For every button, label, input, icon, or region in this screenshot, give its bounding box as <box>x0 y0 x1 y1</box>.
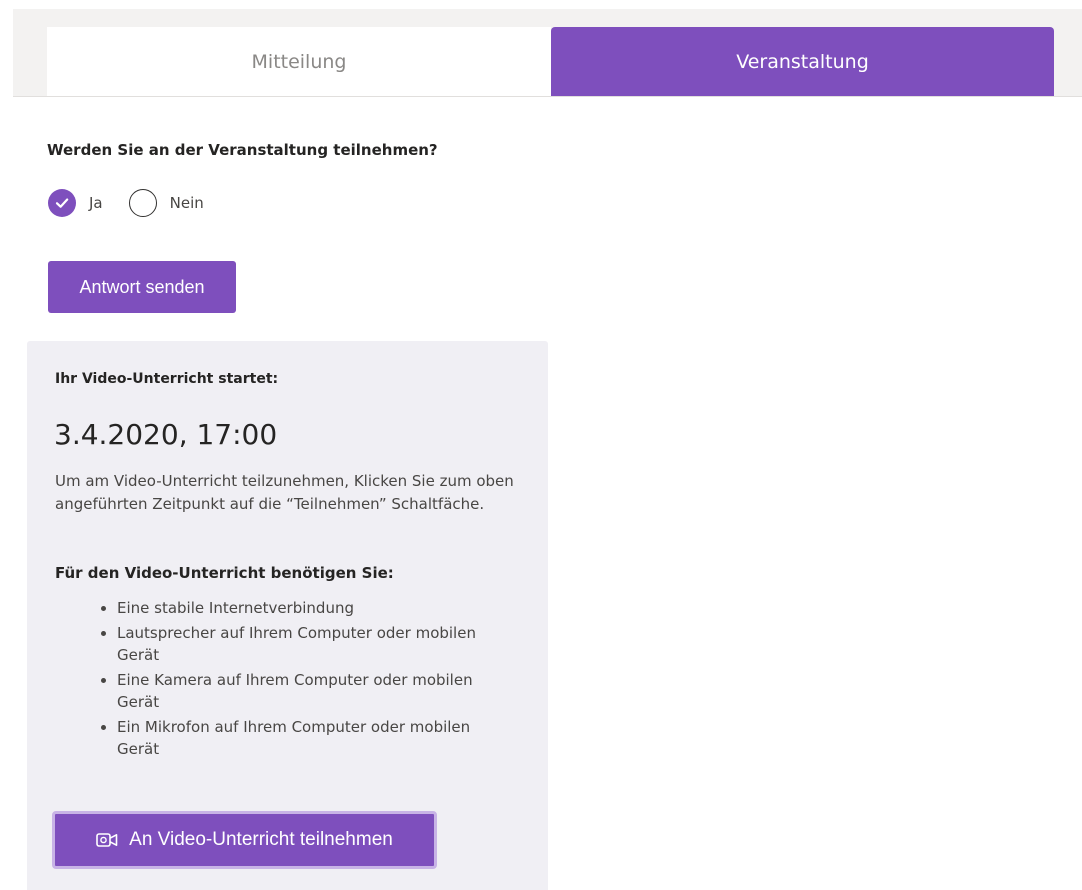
video-lesson-datetime: 3.4.2020, 17:00 <box>54 418 278 451</box>
rsvp-question: Werden Sie an der Veranstaltung teilnehm… <box>47 141 438 159</box>
radio-unchecked-icon[interactable] <box>128 189 157 217</box>
video-lesson-description: Um am Video-Unterricht teilzunehmen, Kli… <box>55 472 514 513</box>
radio-label: Nein <box>169 194 204 212</box>
requirements-title: Für den Video-Unterricht benötigen Sie: <box>55 564 394 582</box>
radio-option-nein[interactable]: Nein <box>128 189 204 217</box>
tab-label: Veranstaltung <box>736 50 869 73</box>
rsvp-radio-group: Ja Nein <box>48 189 204 217</box>
join-button-label: An Video-Unterricht teilnehmen <box>129 829 393 850</box>
join-video-lesson-button[interactable]: An Video-Unterricht teilnehmen <box>52 811 437 869</box>
video-camera-icon <box>96 832 118 848</box>
radio-checked-icon[interactable] <box>48 189 76 217</box>
radio-option-ja[interactable]: Ja <box>48 189 103 217</box>
radio-label: Ja <box>89 194 103 212</box>
list-item: Ein Mikrofon auf Ihrem Computer oder mob… <box>117 716 495 761</box>
tab-veranstaltung[interactable]: Veranstaltung <box>551 27 1054 96</box>
video-lesson-heading: Ihr Video-Unterricht startet: <box>55 371 279 387</box>
list-item: Eine Kamera auf Ihrem Computer oder mobi… <box>117 669 495 714</box>
video-lesson-panel: Ihr Video-Unterricht startet: 3.4.2020, … <box>27 341 548 890</box>
send-answer-button[interactable]: Antwort senden <box>48 261 236 313</box>
list-item: Eine stabile Internetverbindung <box>117 597 495 620</box>
requirements-list: Eine stabile Internetverbindung Lautspre… <box>55 597 495 763</box>
list-item: Lautsprecher auf Ihrem Computer oder mob… <box>117 622 495 667</box>
tab-label: Mitteilung <box>251 50 347 73</box>
tab-mitteilung[interactable]: Mitteilung <box>47 27 551 96</box>
